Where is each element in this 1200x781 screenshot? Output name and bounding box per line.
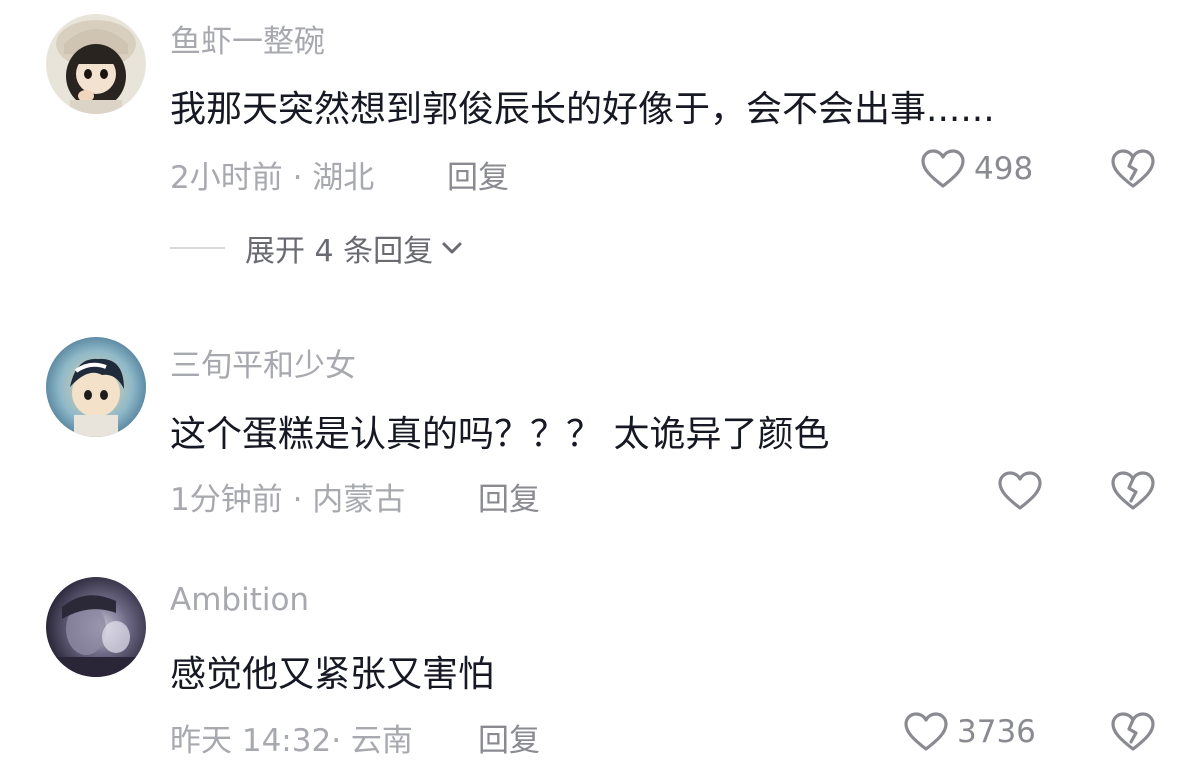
like-count: 3736 [957,714,1036,750]
heart-icon [998,471,1042,510]
avatar[interactable] [46,14,146,114]
broken-heart-icon [1111,149,1155,188]
comment-meta: 2小时前 · 湖北 [170,160,375,196]
avatar[interactable] [46,577,146,677]
dislike-button[interactable] [1110,148,1156,190]
heart-icon [921,149,965,188]
username[interactable]: Ambition [170,582,309,618]
reply-button[interactable]: 回复 [447,152,509,197]
like-button[interactable]: 3736 [903,711,1036,753]
chevron-down-icon [442,242,462,254]
dislike-button[interactable] [1110,470,1156,512]
dark-photo-avatar-icon [46,577,146,677]
comment-text: 我那天突然想到郭俊辰长的好像于，会不会出事...... [170,89,995,130]
like-button[interactable]: 498 [920,148,1033,190]
reply-button[interactable]: 回复 [478,474,540,519]
dislike-button[interactable] [1110,711,1156,753]
username[interactable]: 三旬平和少女 [170,340,356,385]
broken-heart-icon [1111,471,1155,510]
like-button[interactable] [997,470,1051,512]
expand-replies-button[interactable]: 展开 4 条回复 [170,226,463,270]
reply-button[interactable]: 回复 [478,715,540,760]
divider-line [170,247,225,249]
broken-heart-icon [1111,712,1155,751]
comment-text: 感觉他又紧张又害怕 [170,654,495,695]
cartoon-boy-avatar-icon [46,337,146,437]
avatar[interactable] [46,337,146,437]
expand-replies-label: 展开 4 条回复 [245,234,434,269]
comment-meta: 1分钟前 · 内蒙古 [170,482,406,518]
like-count: 498 [974,151,1034,187]
username[interactable]: 鱼虾一整碗 [170,16,325,61]
heart-icon [904,712,948,751]
comment-meta: 昨天 14:32· 云南 [170,723,413,759]
cartoon-girl-avatar-icon [46,14,146,114]
comment-text: 这个蛋糕是认真的吗？？？ 太诡异了颜色 [170,414,830,455]
